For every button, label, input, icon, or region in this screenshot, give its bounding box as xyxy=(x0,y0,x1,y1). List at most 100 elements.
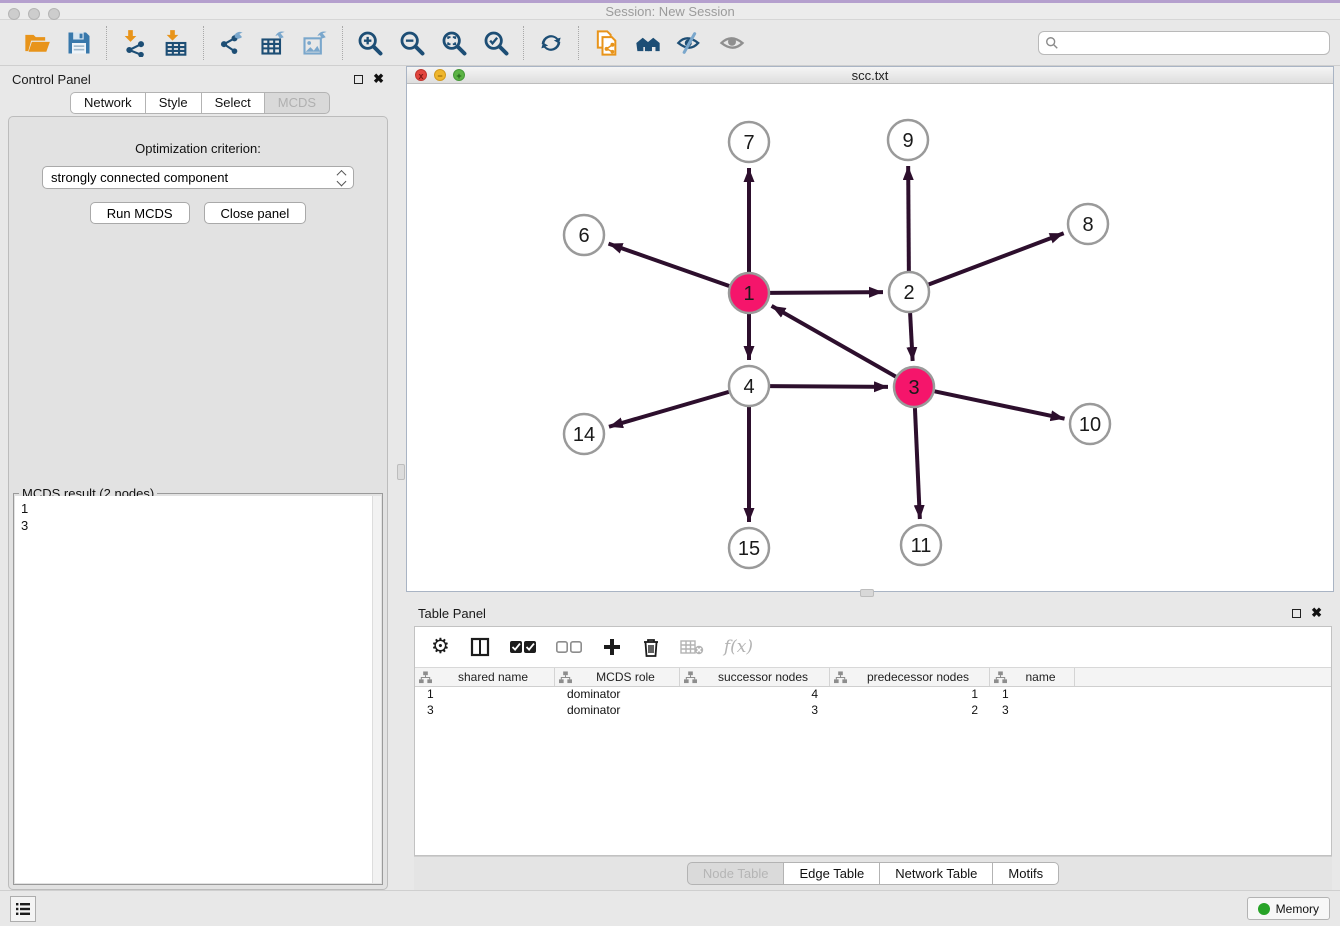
horizontal-split-divider[interactable] xyxy=(406,592,1334,600)
table-tab-edge-table[interactable]: Edge Table xyxy=(783,862,879,885)
graph-node-7[interactable]: 7 xyxy=(729,122,769,162)
table-tab-node-table[interactable]: Node Table xyxy=(687,862,784,885)
table-tab-motifs[interactable]: Motifs xyxy=(992,862,1059,885)
table-cell: 1 xyxy=(990,687,1075,703)
svg-text:14: 14 xyxy=(573,424,595,446)
table-panel: Table Panel ✖ ⚙ xyxy=(406,600,1334,890)
open-session-button[interactable] xyxy=(20,27,54,59)
table-row[interactable]: 1dominator411 xyxy=(415,687,1331,703)
search-field[interactable] xyxy=(1059,36,1323,50)
control-tab-select[interactable]: Select xyxy=(201,92,264,114)
deselect-all-button[interactable] xyxy=(556,640,582,654)
search-input[interactable] xyxy=(1038,31,1330,55)
delete-column-button[interactable] xyxy=(642,637,660,657)
graph-node-6[interactable]: 6 xyxy=(564,215,604,255)
edge-2-9[interactable] xyxy=(908,166,909,271)
close-panel-icon[interactable]: ✖ xyxy=(373,74,384,84)
export-image-button[interactable] xyxy=(298,27,332,59)
zoom-out-button[interactable] xyxy=(395,27,429,59)
graph-node-14[interactable]: 14 xyxy=(564,414,604,454)
network-window-titlebar[interactable]: x − + scc.txt xyxy=(407,67,1333,84)
delete-table-icon-disabled xyxy=(680,639,704,655)
close-panel-button[interactable]: Close panel xyxy=(204,202,307,224)
export-network-button[interactable] xyxy=(214,27,248,59)
zoom-selected-button[interactable] xyxy=(479,27,513,59)
table-panel-title: Table Panel xyxy=(418,606,486,621)
import-table-button[interactable] xyxy=(159,27,193,59)
table-cell: 4 xyxy=(680,687,830,703)
export-table-button[interactable] xyxy=(256,27,290,59)
control-tab-style[interactable]: Style xyxy=(145,92,201,114)
vertical-split-divider[interactable] xyxy=(396,66,406,890)
apply-layout-button[interactable] xyxy=(534,27,568,59)
column-header-successor-nodes[interactable]: successor nodes xyxy=(680,668,830,686)
network-graph[interactable]: 7 9 6 8 1 2 4 3 14 10 15 11 xyxy=(407,84,1333,586)
import-network-button[interactable] xyxy=(117,27,151,59)
table-options-button[interactable]: ⚙ xyxy=(431,637,450,657)
session-title: Session: New Session xyxy=(0,3,1340,20)
column-header-name[interactable]: name xyxy=(990,668,1075,686)
split-handle[interactable] xyxy=(860,589,874,597)
close-window-icon[interactable] xyxy=(8,8,20,20)
edge-3-1[interactable] xyxy=(772,306,896,377)
svg-text:9: 9 xyxy=(902,130,913,152)
save-session-button[interactable] xyxy=(62,27,96,59)
graph-node-2[interactable]: 2 xyxy=(889,272,929,312)
select-all-button[interactable] xyxy=(510,640,536,654)
search-icon xyxy=(1045,36,1059,50)
control-panel-title: Control Panel xyxy=(12,72,91,87)
memory-button[interactable]: Memory xyxy=(1247,897,1330,920)
svg-text:7: 7 xyxy=(743,132,754,154)
minimize-window-icon[interactable] xyxy=(28,8,40,20)
graph-node-9[interactable]: 9 xyxy=(888,120,928,160)
graph-node-1[interactable]: 1 xyxy=(729,273,769,313)
edge-2-3[interactable] xyxy=(910,313,913,361)
memory-label: Memory xyxy=(1276,902,1319,916)
float-table-panel-icon[interactable] xyxy=(1292,609,1301,618)
zoom-fit-button[interactable] xyxy=(437,27,471,59)
edge-1-2[interactable] xyxy=(770,292,883,293)
column-header-MCDS-role[interactable]: MCDS role xyxy=(555,668,680,686)
add-column-button[interactable] xyxy=(602,637,622,657)
first-neighbors-button[interactable] xyxy=(631,27,665,59)
edge-2-8[interactable] xyxy=(929,233,1064,284)
control-tab-mcds[interactable]: MCDS xyxy=(264,92,330,114)
table-row[interactable]: 3dominator323 xyxy=(415,703,1331,719)
result-scrollbar[interactable] xyxy=(372,496,381,883)
edge-3-11[interactable] xyxy=(915,408,920,519)
svg-text:2: 2 xyxy=(903,282,914,304)
run-mcds-button[interactable]: Run MCDS xyxy=(90,202,190,224)
graph-node-8[interactable]: 8 xyxy=(1068,204,1108,244)
window-controls[interactable] xyxy=(8,8,60,20)
graph-node-11[interactable]: 11 xyxy=(901,525,941,565)
edge-3-10[interactable] xyxy=(935,391,1065,418)
graph-node-3[interactable]: 3 xyxy=(894,367,934,407)
graph-node-4[interactable]: 4 xyxy=(729,366,769,406)
edge-4-3[interactable] xyxy=(770,386,888,387)
table-tab-network-table[interactable]: Network Table xyxy=(879,862,992,885)
zoom-in-button[interactable] xyxy=(353,27,387,59)
column-header-predecessor-nodes[interactable]: predecessor nodes xyxy=(830,668,990,686)
svg-text:4: 4 xyxy=(743,376,754,398)
graph-node-10[interactable]: 10 xyxy=(1070,404,1110,444)
show-hide-graphics-button[interactable] xyxy=(673,27,707,59)
table-cell: dominator xyxy=(555,687,680,703)
edge-4-14[interactable] xyxy=(609,392,729,427)
duplicate-network-button[interactable] xyxy=(589,27,623,59)
optimization-dropdown[interactable]: strongly connected component xyxy=(42,166,354,189)
task-history-button[interactable] xyxy=(10,896,36,922)
control-tab-network[interactable]: Network xyxy=(70,92,145,114)
show-columns-button[interactable] xyxy=(470,637,490,657)
float-panel-icon[interactable] xyxy=(354,75,363,84)
mcds-panel: Optimization criterion: strongly connect… xyxy=(8,116,388,890)
split-handle[interactable] xyxy=(397,464,405,480)
svg-text:1: 1 xyxy=(743,283,754,305)
maximize-window-icon[interactable] xyxy=(48,8,60,20)
graph-node-15[interactable]: 15 xyxy=(729,528,769,568)
svg-text:8: 8 xyxy=(1082,214,1093,236)
column-header-shared-name[interactable]: shared name xyxy=(415,668,555,686)
close-table-panel-icon[interactable]: ✖ xyxy=(1311,608,1322,618)
edge-1-6[interactable] xyxy=(609,244,730,286)
network-canvas[interactable]: 7 9 6 8 1 2 4 3 14 10 15 11 xyxy=(407,84,1333,591)
network-window-title: scc.txt xyxy=(407,68,1333,83)
